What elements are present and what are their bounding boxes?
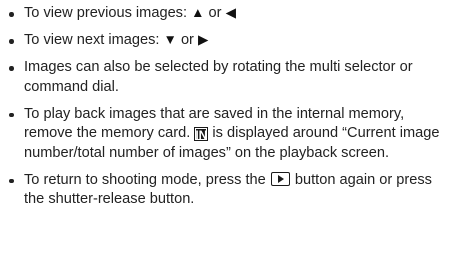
item-text: To view next images: [24, 32, 164, 48]
list-item-multi-selector: Images can also be selected by rotating … [6, 58, 446, 97]
item-connector: or [204, 5, 226, 21]
item-text: To return to shooting mode, press the [24, 171, 270, 188]
list-item-next-images: To view next images: ▼ or ▶ [6, 31, 446, 51]
item-text: Images can also be selected by rotating … [24, 59, 413, 95]
up-arrow-icon: ▲ [191, 5, 205, 20]
right-arrow-icon: ▶ [197, 32, 209, 47]
list-item-internal-memory: To play back images that are saved in th… [6, 105, 446, 164]
playback-button-icon [270, 171, 290, 186]
internal-memory-icon: IN [194, 127, 209, 142]
list-item-return-shooting: To return to shooting mode, press the bu… [6, 171, 446, 210]
item-connector: or [176, 32, 198, 48]
list-item-previous-images: To view previous images: ▲ or ◀ [6, 4, 446, 24]
item-text: To view previous images: [24, 5, 192, 21]
left-arrow-icon: ◀ [225, 5, 236, 20]
down-arrow-icon: ▼ [163, 32, 177, 47]
instruction-list: To view previous images: ▲ or ◀ To view … [6, 4, 446, 217]
